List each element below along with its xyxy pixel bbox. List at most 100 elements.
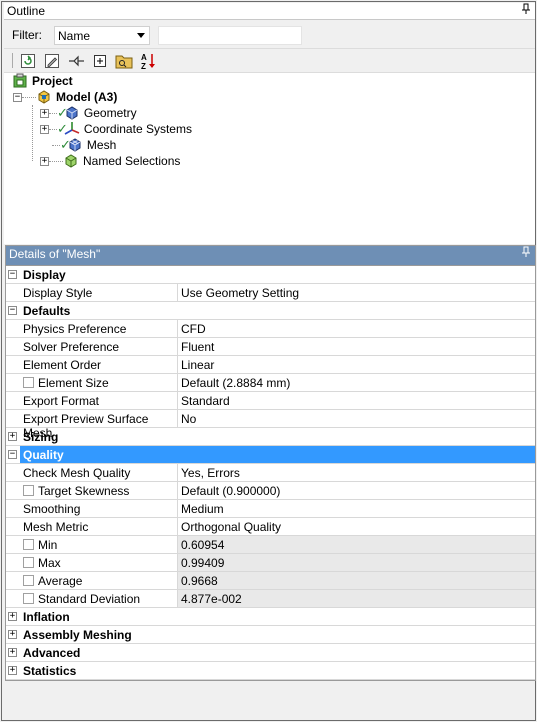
property-value[interactable]: Orthogonal Quality xyxy=(178,518,535,535)
collapse-toggle[interactable]: − xyxy=(13,92,22,102)
filter-dropdown[interactable]: Name xyxy=(54,26,150,45)
property-value[interactable]: Fluent xyxy=(178,338,535,355)
property-value[interactable]: Standard xyxy=(178,392,535,409)
tree-item-geometry[interactable]: + ✓ Geometry xyxy=(40,105,137,121)
chevron-down-icon xyxy=(137,33,145,38)
property-label-cell: Average xyxy=(20,572,178,589)
tag-icon[interactable] xyxy=(66,51,86,71)
collapse-toggle[interactable]: − xyxy=(8,270,17,279)
property-row[interactable]: Element Order Linear xyxy=(6,356,535,374)
property-label-cell: Max xyxy=(20,554,178,571)
collapse-toggle[interactable]: − xyxy=(8,306,17,315)
parameter-checkbox[interactable] xyxy=(23,539,34,550)
edit-icon[interactable] xyxy=(42,51,62,71)
tree-label-named-selections: Named Selections xyxy=(83,154,181,168)
collapse-toggle[interactable]: − xyxy=(8,450,17,459)
property-label: Mesh Metric xyxy=(20,518,178,535)
property-row[interactable]: Standard Deviation 4.877e-002 xyxy=(6,590,535,608)
filter-selected-value: Name xyxy=(58,29,91,43)
property-value[interactable]: No xyxy=(178,410,535,427)
tree-item-named-selections[interactable]: + Named Selections xyxy=(40,153,180,169)
expand-toggle[interactable]: + xyxy=(40,108,49,118)
property-row[interactable]: Target Skewness Default (0.900000) xyxy=(6,482,535,500)
property-row[interactable]: Display Style Use Geometry Setting xyxy=(6,284,535,302)
section-label: Defaults xyxy=(23,304,71,318)
section-quality[interactable]: − Quality xyxy=(6,446,535,464)
outline-toolbar: AZ xyxy=(4,48,535,72)
tree-item-model[interactable]: − Model (A3) xyxy=(13,89,117,105)
property-value[interactable]: Default (2.8884 mm) xyxy=(178,374,535,391)
svg-text:Z: Z xyxy=(141,62,146,70)
filter-label: Filter: xyxy=(12,28,42,42)
parameter-checkbox[interactable] xyxy=(23,485,34,496)
section-statistics[interactable]: + Statistics xyxy=(6,662,535,680)
section-inflation[interactable]: + Inflation xyxy=(6,608,535,626)
section-defaults[interactable]: − Defaults xyxy=(6,302,535,320)
property-value: 4.877e-002 xyxy=(178,590,535,607)
property-label: Physics Preference xyxy=(20,320,178,337)
parameter-checkbox[interactable] xyxy=(23,557,34,568)
property-row[interactable]: Min 0.60954 xyxy=(6,536,535,554)
tree-item-coordinate-systems[interactable]: + ✓ Coordinate Systems xyxy=(40,121,192,137)
filter-search-input[interactable] xyxy=(158,26,302,45)
property-row[interactable]: Solver Preference Fluent xyxy=(6,338,535,356)
expand-toggle[interactable]: + xyxy=(40,124,49,134)
property-label: Export Format xyxy=(20,392,178,409)
parameter-checkbox[interactable] xyxy=(23,377,34,388)
pin-icon[interactable] xyxy=(521,3,531,18)
property-row[interactable]: Element Size Default (2.8884 mm) xyxy=(6,374,535,392)
tree-connector xyxy=(32,105,33,161)
expand-toggle[interactable]: + xyxy=(8,648,17,657)
property-value[interactable]: CFD xyxy=(178,320,535,337)
tree-item-project[interactable]: Project xyxy=(12,73,73,89)
property-value[interactable]: Default (0.900000) xyxy=(178,482,535,499)
expand-toggle[interactable]: + xyxy=(8,432,17,441)
svg-text:A: A xyxy=(141,53,147,62)
outline-panel-header: Outline xyxy=(4,3,535,20)
property-value: 0.9668 xyxy=(178,572,535,589)
section-sizing[interactable]: + Sizing xyxy=(6,428,535,446)
checkmark-icon: ✓ xyxy=(57,105,68,120)
tree-label-geometry: Geometry xyxy=(83,106,137,120)
tree-connector xyxy=(22,96,36,98)
section-advanced[interactable]: + Advanced xyxy=(6,644,535,662)
expand-toggle[interactable]: + xyxy=(8,612,17,621)
property-row[interactable]: Physics Preference CFD xyxy=(6,320,535,338)
section-display[interactable]: − Display xyxy=(6,266,535,284)
section-label: Quality xyxy=(23,448,64,462)
checkmark-icon: ✓ xyxy=(57,121,68,136)
property-row[interactable]: Export Format Standard xyxy=(6,392,535,410)
expand-all-icon[interactable] xyxy=(90,51,110,71)
tree-label-mesh: Mesh xyxy=(86,138,117,152)
property-label: Average xyxy=(38,574,83,588)
property-value[interactable]: Use Geometry Setting xyxy=(178,284,535,301)
property-label-cell: Target Skewness xyxy=(20,482,178,499)
sort-az-icon[interactable]: AZ xyxy=(138,51,158,71)
tree-connector xyxy=(52,144,60,146)
parameter-checkbox[interactable] xyxy=(23,575,34,586)
refresh-icon[interactable] xyxy=(18,51,38,71)
property-label: Max xyxy=(38,556,61,570)
property-row[interactable]: Check Mesh Quality Yes, Errors xyxy=(6,464,535,482)
expand-toggle[interactable]: + xyxy=(8,630,17,639)
tree-item-mesh[interactable]: ✓ Mesh xyxy=(52,137,116,153)
tree-connector xyxy=(49,128,57,130)
property-label: Target Skewness xyxy=(38,484,130,498)
property-value[interactable]: Medium xyxy=(178,500,535,517)
property-row[interactable]: Export Preview Surface Mesh No xyxy=(6,410,535,440)
property-row[interactable]: Average 0.9668 xyxy=(6,572,535,590)
property-row[interactable]: Smoothing Medium xyxy=(6,500,535,518)
parameter-checkbox[interactable] xyxy=(23,593,34,604)
property-row[interactable]: Mesh Metric Orthogonal Quality xyxy=(6,518,535,536)
property-row[interactable]: Max 0.99409 xyxy=(6,554,535,572)
property-value[interactable]: Yes, Errors xyxy=(178,464,535,481)
property-label: Solver Preference xyxy=(20,338,178,355)
tree-label-coordinate-systems: Coordinate Systems xyxy=(83,122,192,136)
expand-toggle[interactable]: + xyxy=(40,156,49,166)
details-title: Details of "Mesh" xyxy=(9,247,101,261)
expand-toggle[interactable]: + xyxy=(8,666,17,675)
section-assembly-meshing[interactable]: + Assembly Meshing xyxy=(6,626,535,644)
pin-icon[interactable] xyxy=(521,246,531,261)
folder-icon[interactable] xyxy=(114,51,134,71)
property-value[interactable]: Linear xyxy=(178,356,535,373)
